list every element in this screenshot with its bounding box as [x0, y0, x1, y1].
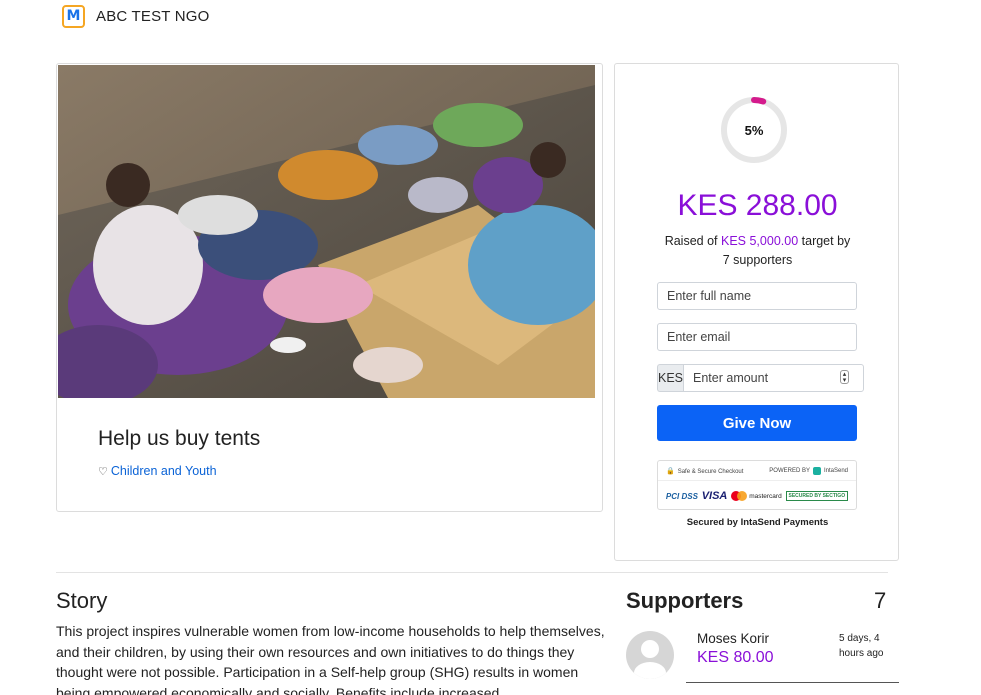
pci-dss-logo: PCI DSS [665, 491, 698, 501]
campaign-card: Help us buy tents ♡ Children and Youth [56, 63, 603, 512]
supporter-name: Moses Korir [697, 631, 770, 646]
give-now-button[interactable]: Give Now [657, 405, 857, 441]
sectigo-logo: SECURED BY SECTIGO [785, 491, 849, 501]
progress-percent: 5% [744, 122, 764, 138]
target-amount: KES 5,000.00 [721, 234, 799, 248]
secure-checkout-bar: 🔒 Safe & Secure Checkout POWERED BY IntaSe… [658, 461, 856, 481]
progress-ring: 5% [719, 95, 789, 165]
email-input[interactable] [657, 323, 857, 351]
powered-brand: IntaSend [823, 467, 848, 474]
site-header: M ABC TEST NGO [62, 4, 210, 28]
heart-icon: ♡ [98, 464, 108, 478]
campaign-title: Help us buy tents [98, 427, 261, 450]
supporters-count: 7 [874, 588, 887, 613]
supporter-time: 5 days, 4 hours ago [839, 633, 884, 659]
org-logo-icon[interactable]: M [62, 4, 85, 28]
category-label: Children and Youth [110, 464, 217, 478]
secure-checkout-label: 🔒 Safe & Secure Checkout [666, 467, 743, 475]
powered-by-text: POWERED BY [769, 467, 810, 474]
secured-by-text: Secured by IntaSend Payments [686, 517, 829, 528]
intasend-logo-icon [812, 466, 821, 475]
story-heading: Story [56, 588, 108, 613]
mastercard-icon [731, 491, 748, 501]
campaign-photo [58, 65, 595, 398]
powered-by: POWERED BY IntaSend [769, 466, 848, 475]
currency-addon: KES [657, 364, 684, 392]
avatar [626, 631, 674, 679]
user-silhouette-icon [634, 640, 666, 679]
category-link[interactable]: ♡ Children and Youth [98, 464, 217, 478]
lock-icon: 🔒 [666, 466, 675, 475]
amount-group: KES ▴▾ [657, 364, 865, 392]
secure-checkout-text: Safe & Secure Checkout [677, 468, 744, 475]
story-text: This project inspires vulnerable women f… [56, 623, 605, 695]
supporters-text: 7 supporters [722, 253, 793, 267]
mastercard-text: mastercard [749, 492, 782, 500]
mastercard-logo: mastercard [731, 491, 782, 501]
secure-checkout-badge: 🔒 Safe & Secure Checkout POWERED BY IntaSe… [657, 460, 857, 510]
section-divider [56, 572, 888, 573]
payment-logos: PCI DSS VISA mastercard SECURED BY SECTI… [658, 483, 856, 509]
raised-summary: Raised of KES 5,000.00 target by 7 suppo… [645, 232, 870, 270]
org-name[interactable]: ABC TEST NGO [96, 8, 210, 25]
raised-amount: KES 288.00 [677, 189, 838, 222]
supporter-amount: KES 80.00 [697, 649, 774, 666]
raised-prefix: Raised of [664, 234, 718, 248]
campaign-photo-image [58, 65, 595, 398]
visa-logo: VISA [701, 490, 728, 502]
supporter-divider [686, 682, 899, 683]
logo-letter: M [66, 8, 81, 24]
supporters-heading: Supporters [626, 588, 744, 613]
target-suffix: target by [801, 234, 851, 248]
amount-spinner-icon[interactable]: ▴ ▾ [840, 370, 849, 384]
amount-input[interactable] [683, 364, 865, 392]
donation-card: 5% KES 288.00 Raised of KES 5,000.00 tar… [614, 63, 899, 561]
full-name-input[interactable] [657, 282, 857, 310]
